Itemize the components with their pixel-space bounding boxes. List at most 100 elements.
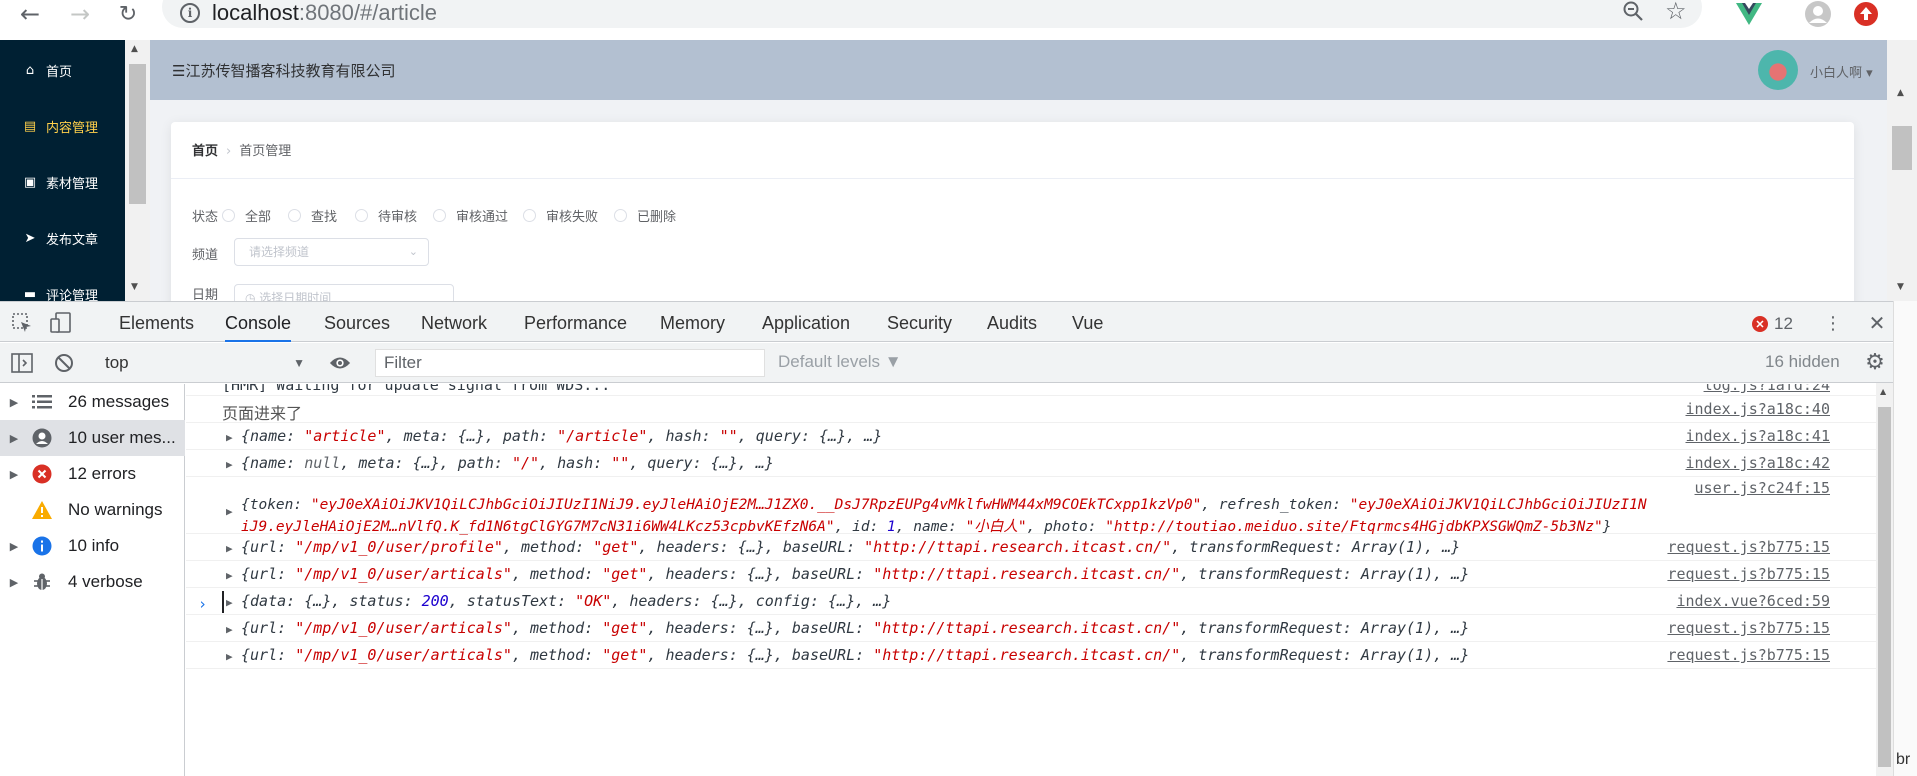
scroll-up-arrow-icon[interactable]: ▲ <box>1897 88 1904 98</box>
scrollbar-thumb[interactable] <box>1878 407 1891 767</box>
console-message[interactable]: ▶ {data: {…}, status: 200, statusText: "… <box>186 588 1876 615</box>
console-message[interactable]: [HMR] Waiting for update signal from WDS… <box>186 384 1876 396</box>
company-title[interactable]: ☰江苏传智播客科技教育有限公司 <box>172 60 395 81</box>
avatar[interactable] <box>1758 50 1798 90</box>
sidebar-scrollbar[interactable]: ▲ ▼ <box>125 40 150 301</box>
radio-circle[interactable] <box>433 209 446 222</box>
sidebar-item-home[interactable]: ⌂ 首页 <box>0 55 125 85</box>
log-source-link[interactable]: request.js?b775:15 <box>1667 619 1830 637</box>
console-message[interactable]: ▶ {url: "/mp/v1_0/user/articals", method… <box>186 561 1876 588</box>
radio-circle[interactable] <box>523 209 536 222</box>
expand-arrow-icon[interactable]: ▶ <box>0 576 28 589</box>
console-message[interactable]: ▶ {url: "/mp/v1_0/user/articals", method… <box>186 615 1876 642</box>
log-source-link[interactable]: index.vue?6ced:59 <box>1676 592 1830 610</box>
vue-devtools-icon[interactable] <box>1734 0 1764 28</box>
radio-circle[interactable] <box>355 209 368 222</box>
tab-security[interactable]: Security <box>887 302 952 342</box>
expand-arrow-icon[interactable]: ▶ <box>226 542 233 555</box>
console-scrollbar[interactable]: ▲ <box>1876 383 1893 776</box>
expand-arrow-icon[interactable]: ▶ <box>226 569 233 582</box>
info-icon[interactable]: i <box>180 3 200 23</box>
log-source-link[interactable]: log.js?1afd:24 <box>1704 384 1830 394</box>
sidebar-item-material[interactable]: ▣ 素材管理 <box>0 167 125 197</box>
log-source-link[interactable]: request.js?b775:15 <box>1667 646 1830 664</box>
sidebar-item-warnings[interactable]: No warnings <box>0 492 185 528</box>
sidebar-item-user-messages[interactable]: ▶ 10 user mes... <box>0 420 185 456</box>
date-picker[interactable]: ◷ 选择日期时间 <box>234 284 454 301</box>
back-button[interactable]: ← <box>10 0 50 28</box>
sidebar-item-info[interactable]: ▶ 10 info <box>0 528 185 564</box>
more-options-icon[interactable]: ⋮ <box>1822 312 1844 334</box>
error-count-badge[interactable]: ✕ 12 <box>1752 314 1793 334</box>
expand-arrow-icon[interactable]: ▶ <box>0 468 28 481</box>
tab-memory[interactable]: Memory <box>660 302 725 342</box>
scroll-down-arrow-icon[interactable]: ▼ <box>131 282 138 292</box>
sidebar-item-comments[interactable]: ▬ 评论管理 <box>0 279 125 302</box>
forward-button[interactable]: → <box>60 0 100 28</box>
expand-arrow-icon[interactable]: ▶ <box>226 596 233 609</box>
radio-approved[interactable]: 审核通过 <box>433 206 508 225</box>
console-message[interactable]: ▶ {url: "/mp/v1_0/user/articals", method… <box>186 642 1876 669</box>
console-filter-input[interactable]: Filter <box>375 349 765 377</box>
sidebar-toggle-icon[interactable] <box>11 352 33 374</box>
close-icon[interactable]: ✕ <box>1866 311 1888 335</box>
expand-arrow-icon[interactable]: ▶ <box>0 396 28 409</box>
page-scrollbar[interactable]: ▲ ▼ <box>1887 40 1917 301</box>
sidebar-item-publish[interactable]: ➤ 发布文章 <box>0 223 125 253</box>
scroll-up-arrow-icon[interactable]: ▲ <box>131 44 138 54</box>
expand-arrow-icon[interactable]: ▶ <box>226 431 233 444</box>
log-source-link[interactable]: request.js?b775:15 <box>1667 538 1830 556</box>
channel-select[interactable]: 请选择频道 ⌄ <box>234 238 429 266</box>
bookmark-star-icon[interactable]: ☆ <box>1665 0 1687 25</box>
log-levels-dropdown[interactable]: Default levels ▼ <box>778 352 902 372</box>
scroll-up-arrow-icon[interactable]: ▲ <box>1880 387 1886 396</box>
console-message[interactable]: 页面进来了 index.js?a18c:40 <box>186 396 1876 423</box>
zoom-out-icon[interactable] <box>1622 0 1644 28</box>
scrollbar-thumb[interactable] <box>1892 126 1912 170</box>
gear-icon[interactable]: ⚙ <box>1864 350 1886 375</box>
clear-console-icon[interactable] <box>53 352 75 374</box>
tab-application[interactable]: Application <box>762 302 850 342</box>
eye-icon[interactable] <box>329 352 351 374</box>
expand-arrow-icon[interactable]: ▶ <box>226 650 233 663</box>
tab-performance[interactable]: Performance <box>524 302 627 342</box>
console-message[interactable]: ▶ {name: null, meta: {…}, path: "/", has… <box>186 450 1876 477</box>
scroll-down-arrow-icon[interactable]: ▼ <box>1897 282 1904 292</box>
tab-elements[interactable]: Elements <box>119 302 194 342</box>
expand-arrow-icon[interactable]: ▶ <box>0 540 28 553</box>
tab-sources[interactable]: Sources <box>324 302 390 342</box>
sidebar-item-content[interactable]: ▤ 内容管理 <box>0 111 125 141</box>
tab-network[interactable]: Network <box>421 302 487 342</box>
context-select[interactable]: top ▼ <box>95 351 305 375</box>
radio-circle[interactable] <box>614 209 627 222</box>
log-source-link[interactable]: index.js?a18c:40 <box>1686 400 1831 418</box>
log-source-link[interactable]: index.js?a18c:41 <box>1686 427 1831 445</box>
radio-failed[interactable]: 审核失败 <box>523 206 598 225</box>
breadcrumb-home[interactable]: 首页 <box>192 144 218 159</box>
log-source-link[interactable]: user.js?c24f:15 <box>1695 479 1830 497</box>
radio-deleted[interactable]: 已删除 <box>614 206 676 225</box>
tab-console[interactable]: Console <box>225 302 292 342</box>
expand-arrow-icon[interactable]: ▶ <box>0 432 28 445</box>
console-message[interactable]: ▶ {url: "/mp/v1_0/user/profile", method:… <box>186 534 1876 561</box>
expand-arrow-icon[interactable]: ▶ <box>226 458 233 471</box>
scrollbar-thumb[interactable] <box>129 64 146 204</box>
log-source-link[interactable]: request.js?b775:15 <box>1667 565 1830 583</box>
radio-circle[interactable] <box>222 209 235 222</box>
radio-search[interactable]: 查找 <box>288 206 337 225</box>
radio-all[interactable]: 全部 <box>222 206 271 225</box>
profile-avatar-icon[interactable] <box>1803 0 1833 28</box>
update-icon[interactable] <box>1851 0 1881 28</box>
username-dropdown[interactable]: 小白人啊 ▾ <box>1810 62 1873 81</box>
radio-circle[interactable] <box>288 209 301 222</box>
address-bar[interactable]: i localhost:8080/#/article ☆ <box>162 0 1702 28</box>
hidden-count[interactable]: 16 hidden <box>1765 352 1840 372</box>
radio-pending[interactable]: 待审核 <box>355 206 417 225</box>
expand-arrow-icon[interactable]: ▶ <box>226 623 233 636</box>
tab-vue[interactable]: Vue <box>1072 302 1103 342</box>
console-input-cursor[interactable] <box>222 591 224 613</box>
sidebar-item-errors[interactable]: ▶ 12 errors <box>0 456 185 492</box>
url-text[interactable]: localhost:8080/#/article <box>212 0 437 26</box>
device-toolbar-icon[interactable] <box>50 312 72 334</box>
sidebar-item-verbose[interactable]: ▶ 4 verbose <box>0 564 185 600</box>
